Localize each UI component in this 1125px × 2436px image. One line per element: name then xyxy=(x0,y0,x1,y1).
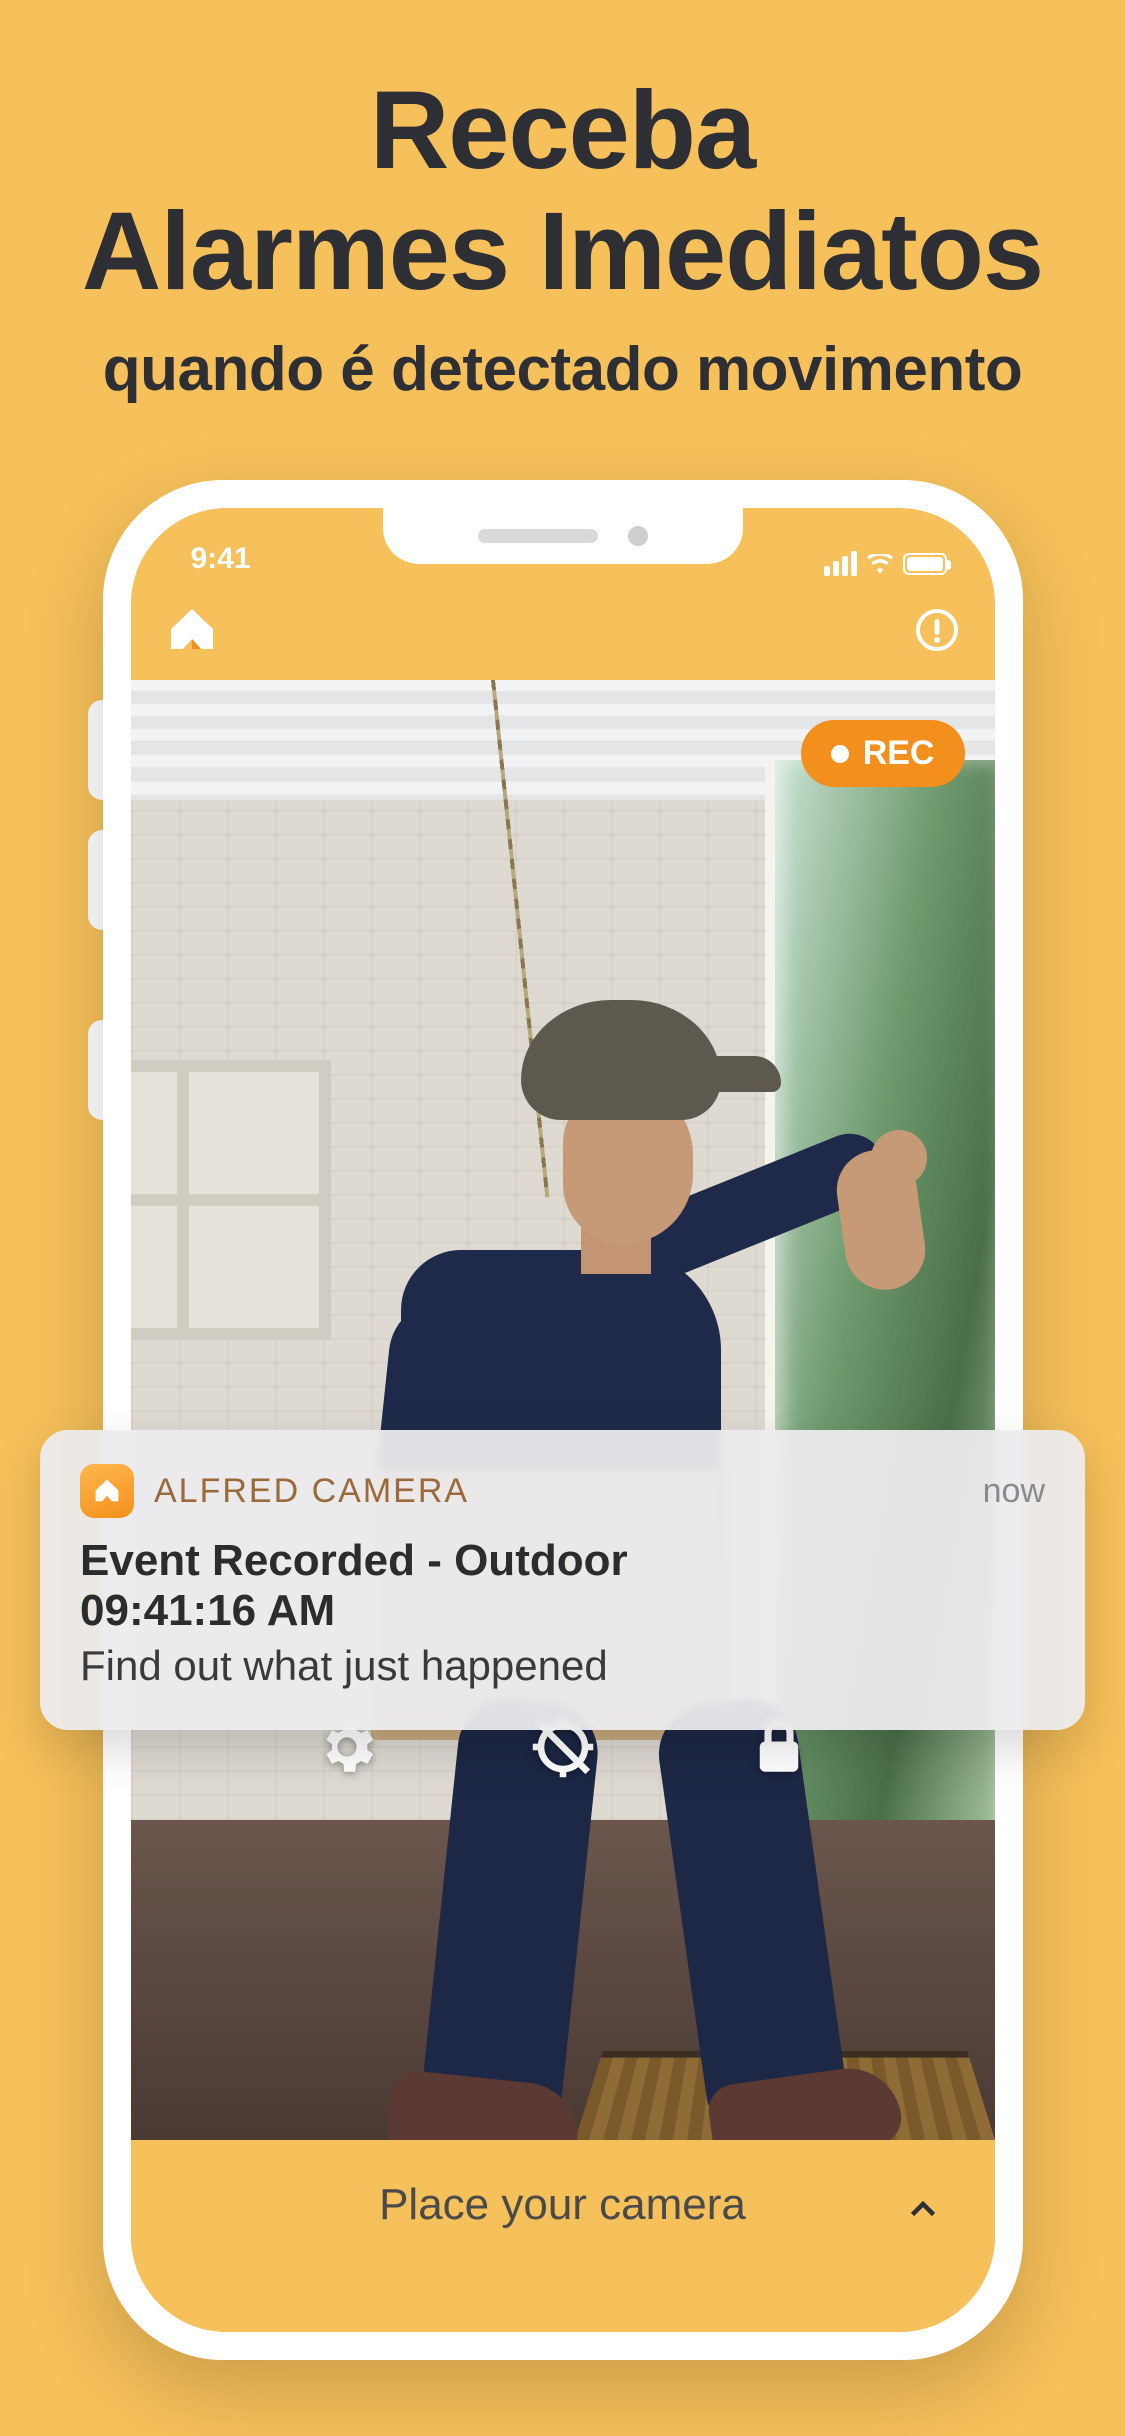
notification-app-name: ALFRED CAMERA xyxy=(154,1472,469,1511)
camera-live-feed[interactable]: REC xyxy=(131,680,995,2140)
promo-headline: Receba Alarmes Imediatos quando é detect… xyxy=(0,0,1125,405)
notification-title: Event Recorded - Outdoor xyxy=(80,1536,1045,1586)
phone-mockup: 9:41 xyxy=(103,480,1023,2360)
notification-time: now xyxy=(983,1472,1045,1511)
rec-dot-icon xyxy=(831,745,849,763)
bottom-expand-bar[interactable]: Place your camera xyxy=(131,2144,995,2332)
notification-subtitle: 09:41:16 AM xyxy=(80,1586,1045,1636)
notification-body: Find out what just happened xyxy=(80,1642,1045,1690)
front-camera xyxy=(628,526,648,546)
recording-badge: REC xyxy=(801,720,965,787)
status-time: 9:41 xyxy=(191,542,251,576)
phone-screen: 9:41 xyxy=(131,508,995,2332)
promo-subhead: quando é detectado movimento xyxy=(0,334,1125,405)
chevron-up-icon xyxy=(905,2192,941,2228)
promo-title-line1: Receba xyxy=(0,70,1125,191)
notification-app-icon xyxy=(80,1464,134,1518)
wifi-icon xyxy=(867,554,893,574)
push-notification[interactable]: ALFRED CAMERA now Event Recorded - Outdo… xyxy=(40,1430,1085,1730)
rec-label: REC xyxy=(863,734,935,773)
phone-notch xyxy=(383,508,743,564)
app-header xyxy=(131,580,995,680)
speaker-grille xyxy=(478,529,598,543)
bottom-bar-label: Place your camera xyxy=(379,2180,746,2230)
promo-title-line2: Alarmes Imediatos xyxy=(0,191,1125,312)
alert-circle-icon[interactable] xyxy=(915,608,959,652)
battery-icon xyxy=(903,553,947,575)
alfred-home-icon[interactable] xyxy=(167,605,217,655)
cellular-signal-icon xyxy=(824,551,857,576)
